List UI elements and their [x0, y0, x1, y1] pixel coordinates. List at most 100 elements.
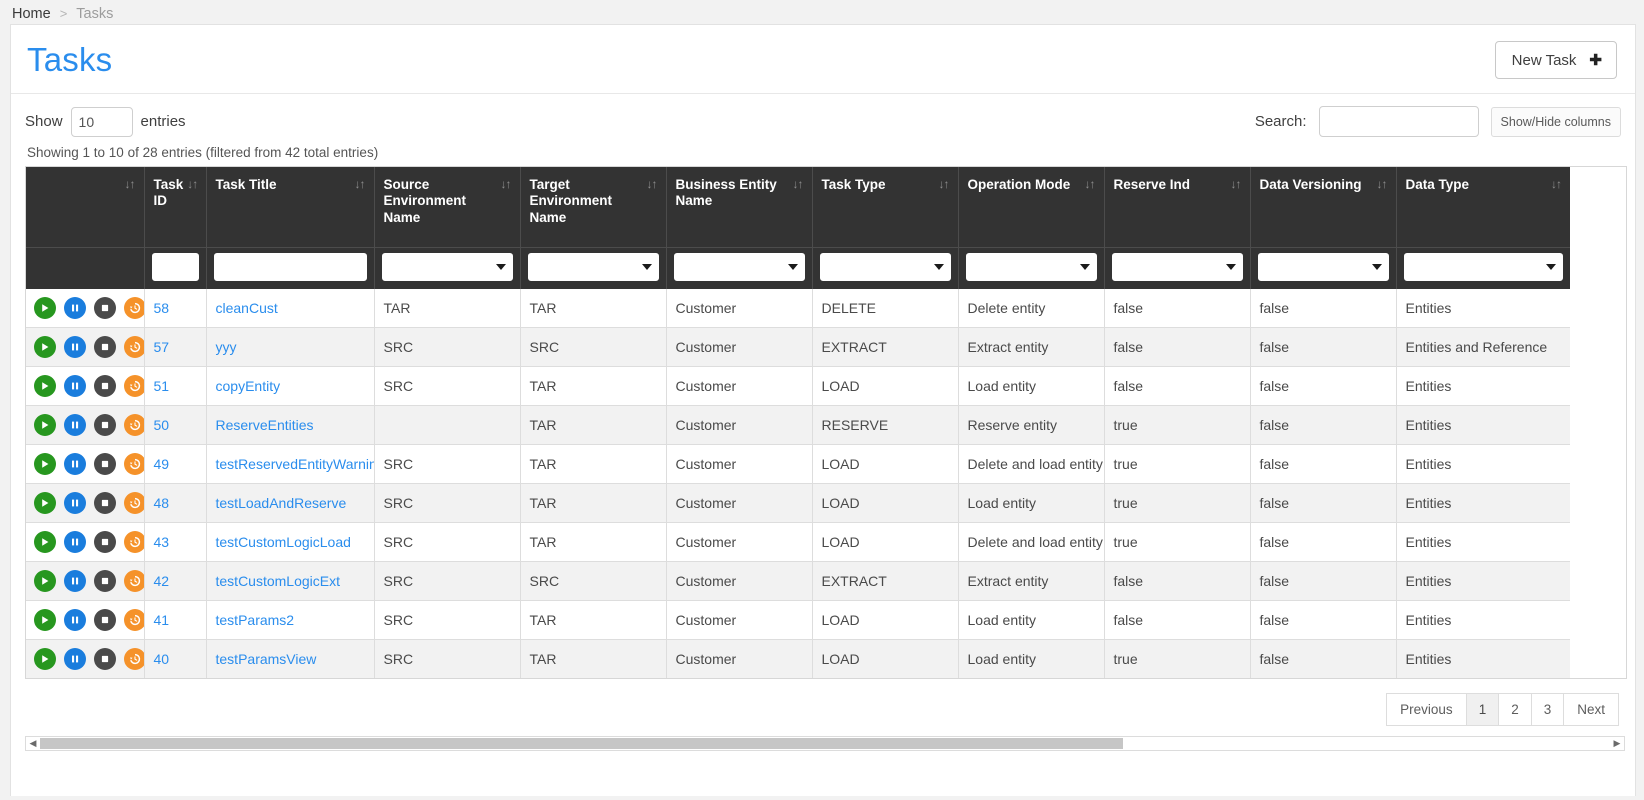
- sort-icon[interactable]: ↓↑: [793, 177, 804, 190]
- cell-task-id[interactable]: 42: [144, 561, 207, 601]
- cell-task-title[interactable]: testReservedEntityWarning: [206, 444, 375, 484]
- show-hide-columns-button[interactable]: Show/Hide columns: [1490, 106, 1621, 137]
- cell-task-title[interactable]: testCustomLogicExt: [206, 561, 375, 601]
- filter-select-operation-mode[interactable]: [965, 252, 1097, 281]
- search-input[interactable]: [1318, 106, 1479, 137]
- column-header-source-environment-name[interactable]: Source Environment Name ↓↑: [374, 167, 521, 247]
- play-icon[interactable]: [34, 608, 56, 631]
- sort-icon[interactable]: ↓↑: [1085, 177, 1096, 190]
- sort-icon[interactable]: ↓↑: [355, 177, 366, 190]
- pause-icon[interactable]: [64, 647, 86, 670]
- scroll-left-arrow[interactable]: ◀: [26, 738, 40, 749]
- cell-task-title[interactable]: ReserveEntities: [206, 405, 375, 445]
- horizontal-scrollbar[interactable]: ◀ ▶: [25, 735, 1625, 751]
- scrollbar-track[interactable]: [40, 736, 1610, 750]
- stop-icon[interactable]: [94, 530, 116, 553]
- task-title-link[interactable]: testParams2: [216, 612, 295, 628]
- play-icon[interactable]: [34, 491, 56, 514]
- stop-icon[interactable]: [94, 608, 116, 631]
- task-id-link[interactable]: 48: [154, 495, 170, 511]
- task-id-link[interactable]: 43: [154, 534, 170, 550]
- cell-task-title[interactable]: testParams2: [206, 600, 375, 640]
- sort-icon[interactable]: ↓↑: [647, 177, 658, 190]
- play-icon[interactable]: [34, 335, 56, 358]
- task-title-link[interactable]: testCustomLogicExt: [216, 573, 341, 589]
- cell-task-title[interactable]: testCustomLogicLoad: [206, 522, 375, 562]
- pagination-next[interactable]: Next: [1564, 692, 1619, 726]
- task-title-link[interactable]: testReservedEntityWarning: [216, 456, 374, 472]
- stop-icon[interactable]: [94, 569, 116, 592]
- sort-icon[interactable]: ↓↑: [1231, 177, 1242, 190]
- history-icon[interactable]: [124, 491, 143, 514]
- stop-icon[interactable]: [94, 452, 116, 475]
- cell-task-id[interactable]: 48: [144, 483, 207, 523]
- history-icon[interactable]: [124, 374, 143, 397]
- task-title-link[interactable]: ReserveEntities: [216, 417, 314, 433]
- sort-icon[interactable]: ↓↑: [501, 177, 512, 190]
- task-id-link[interactable]: 57: [154, 339, 170, 355]
- task-title-link[interactable]: yyy: [216, 339, 237, 355]
- pause-icon[interactable]: [64, 413, 86, 436]
- column-header-data-versioning[interactable]: Data Versioning ↓↑: [1250, 167, 1397, 247]
- play-icon[interactable]: [34, 374, 56, 397]
- play-icon[interactable]: [34, 569, 56, 592]
- play-icon[interactable]: [34, 530, 56, 553]
- sort-icon[interactable]: ↓↑: [187, 177, 198, 190]
- history-icon[interactable]: [124, 569, 143, 592]
- cell-task-id[interactable]: 50: [144, 405, 207, 445]
- sort-icon[interactable]: ↓↑: [1551, 177, 1562, 190]
- filter-select-business-entity-name[interactable]: [673, 252, 805, 281]
- stop-icon[interactable]: [94, 491, 116, 514]
- cell-task-title[interactable]: testParamsView: [206, 639, 375, 678]
- pagination-page-3[interactable]: 3: [1531, 692, 1565, 726]
- column-header-reserve-ind[interactable]: Reserve Ind ↓↑: [1104, 167, 1251, 247]
- stop-icon[interactable]: [94, 335, 116, 358]
- sort-icon[interactable]: ↓↑: [125, 177, 136, 190]
- task-id-link[interactable]: 50: [154, 417, 170, 433]
- task-id-link[interactable]: 58: [154, 300, 170, 316]
- play-icon[interactable]: [34, 647, 56, 670]
- play-icon[interactable]: [34, 413, 56, 436]
- history-icon[interactable]: [124, 335, 143, 358]
- stop-icon[interactable]: [94, 374, 116, 397]
- stop-icon[interactable]: [94, 296, 116, 319]
- pause-icon[interactable]: [64, 374, 86, 397]
- new-task-button[interactable]: New Task ✚: [1494, 41, 1617, 79]
- column-header-task-id[interactable]: Task ID ↓↑: [144, 167, 207, 247]
- play-icon[interactable]: [34, 296, 56, 319]
- pause-icon[interactable]: [64, 452, 86, 475]
- cell-task-title[interactable]: testLoadAndReserve: [206, 483, 375, 523]
- pause-icon[interactable]: [64, 491, 86, 514]
- task-title-link[interactable]: testLoadAndReserve: [216, 495, 347, 511]
- pause-icon[interactable]: [64, 569, 86, 592]
- sort-icon[interactable]: ↓↑: [939, 177, 950, 190]
- filter-select-reserve-ind[interactable]: [1111, 252, 1243, 281]
- task-title-link[interactable]: testParamsView: [216, 651, 317, 667]
- column-header-task-type[interactable]: Task Type ↓↑: [812, 167, 959, 247]
- column-header-target-environment-name[interactable]: Target Environment Name ↓↑: [520, 167, 667, 247]
- task-id-link[interactable]: 51: [154, 378, 170, 394]
- task-title-link[interactable]: copyEntity: [216, 378, 281, 394]
- cell-task-title[interactable]: yyy: [206, 327, 375, 367]
- task-id-link[interactable]: 49: [154, 456, 170, 472]
- filter-select-data-versioning[interactable]: [1257, 252, 1389, 281]
- cell-task-id[interactable]: 40: [144, 639, 207, 678]
- history-icon[interactable]: [124, 530, 143, 553]
- history-icon[interactable]: [124, 452, 143, 475]
- cell-task-id[interactable]: 58: [144, 288, 207, 328]
- stop-icon[interactable]: [94, 413, 116, 436]
- breadcrumb-home-link[interactable]: Home: [12, 6, 51, 22]
- task-id-link[interactable]: 40: [154, 651, 170, 667]
- cell-task-id[interactable]: 51: [144, 366, 207, 406]
- filter-select-source-environment-name[interactable]: [381, 252, 513, 281]
- task-title-link[interactable]: testCustomLogicLoad: [216, 534, 351, 550]
- play-icon[interactable]: [34, 452, 56, 475]
- scroll-right-arrow[interactable]: ▶: [1610, 738, 1624, 749]
- column-header-business-entity-name[interactable]: Business Entity Name ↓↑: [666, 167, 813, 247]
- pagination-page-2[interactable]: 2: [1499, 692, 1532, 726]
- filter-select-task-type[interactable]: [819, 252, 951, 281]
- history-icon[interactable]: [124, 296, 143, 319]
- task-id-link[interactable]: 41: [154, 612, 170, 628]
- task-title-link[interactable]: cleanCust: [216, 300, 278, 316]
- scrollbar-thumb[interactable]: [40, 737, 1124, 749]
